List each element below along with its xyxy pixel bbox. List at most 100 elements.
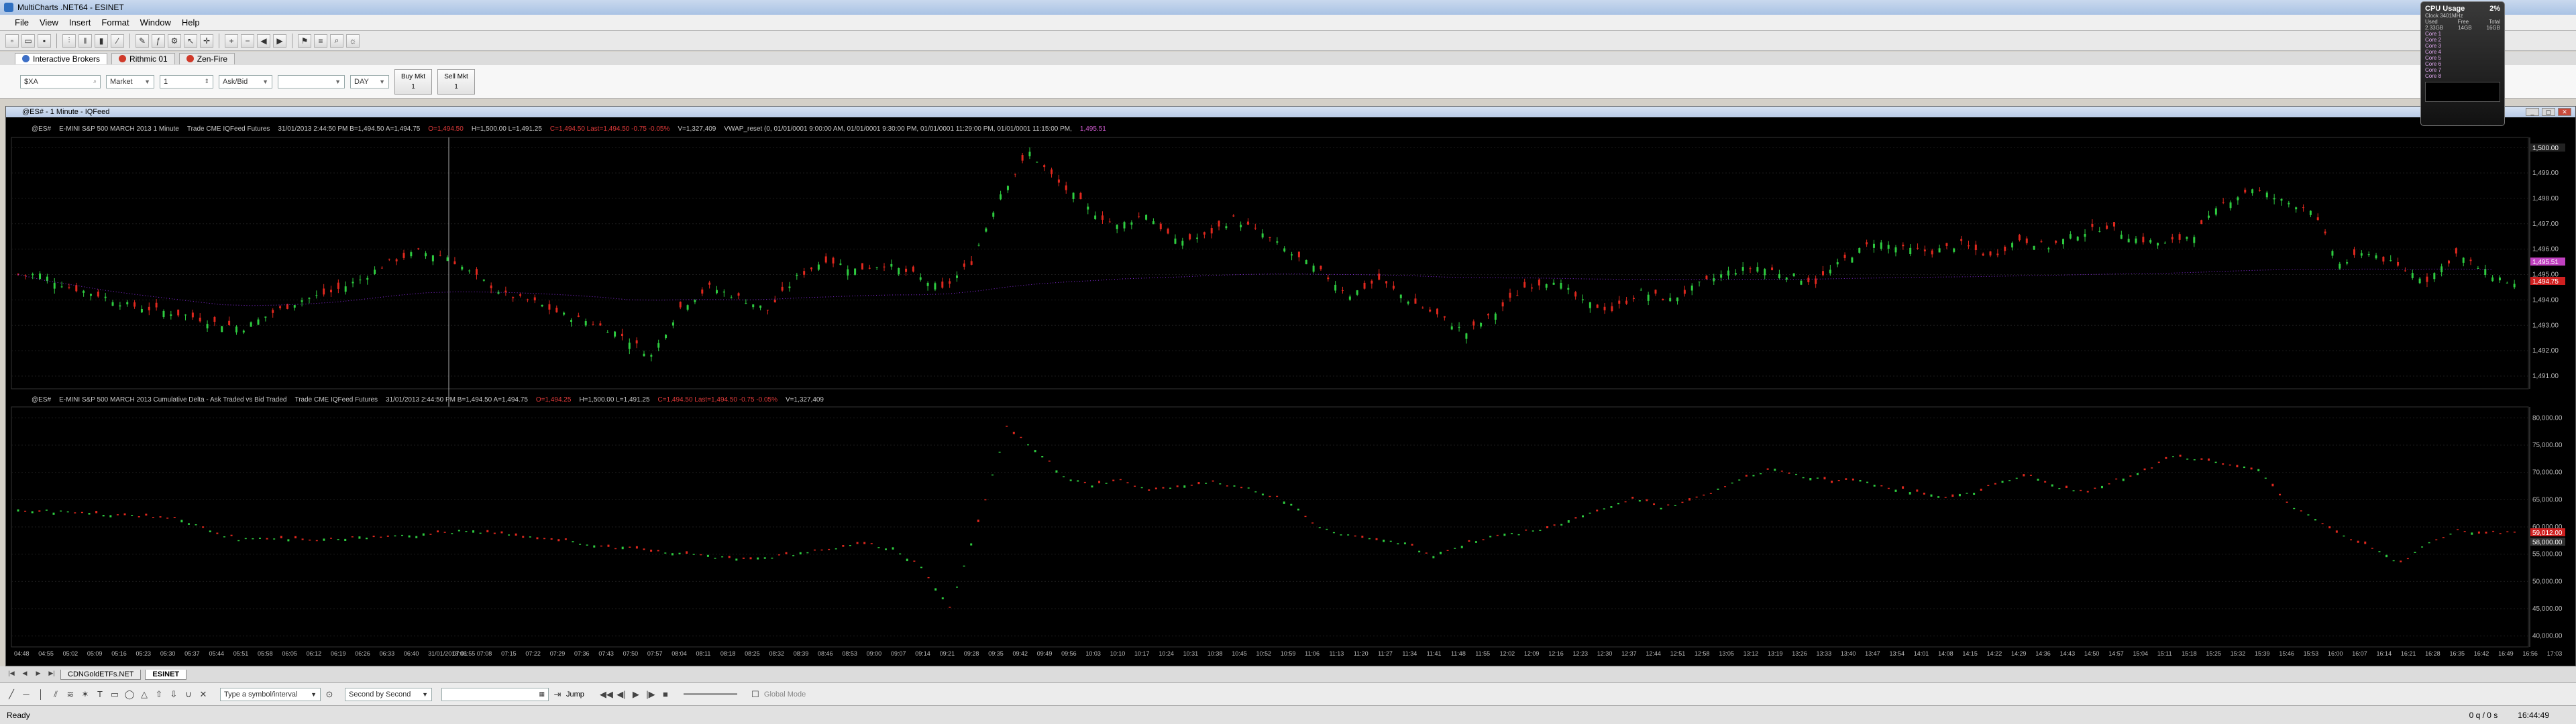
channel-icon[interactable]: ⫽ xyxy=(50,688,62,701)
menu-insert[interactable]: Insert xyxy=(64,16,97,29)
delete-drawing-icon[interactable]: ✕ xyxy=(197,688,209,701)
tif-select[interactable]: DAY ▼ xyxy=(350,74,389,88)
time-tick-label: 06:12 xyxy=(307,650,322,657)
menu-window[interactable]: Window xyxy=(135,16,176,29)
rewind-icon[interactable]: ◀◀ xyxy=(600,688,613,701)
menu-view[interactable]: View xyxy=(34,16,64,29)
delta-bar xyxy=(2371,548,2373,549)
play-icon[interactable]: ▶ xyxy=(630,688,642,701)
open-icon[interactable]: ▭ xyxy=(21,34,35,48)
save-icon[interactable]: ▪ xyxy=(38,34,51,48)
bar-chart-icon[interactable]: ‖ xyxy=(78,34,92,48)
price-candle-body xyxy=(1894,247,1897,253)
price-candle-body xyxy=(24,274,27,276)
cursor-icon[interactable]: ↖ xyxy=(184,34,197,48)
zoom-in-icon[interactable]: + xyxy=(225,34,238,48)
step-back-icon[interactable]: ◀| xyxy=(615,688,627,701)
global-mode-label[interactable]: Global Mode xyxy=(764,690,806,699)
global-mode-icon[interactable]: ☐ xyxy=(749,688,761,701)
triangle-icon[interactable]: △ xyxy=(138,688,150,701)
price-candle-body xyxy=(1938,248,1941,253)
sheet-tab-es[interactable]: ESINET xyxy=(145,669,187,680)
last-sheet-icon[interactable]: ▶| xyxy=(47,670,56,679)
settings-icon[interactable]: ☼ xyxy=(346,34,360,48)
new-icon[interactable]: ▫ xyxy=(5,34,19,48)
menu-help[interactable]: Help xyxy=(176,16,205,29)
magnet-icon[interactable]: ∪ xyxy=(182,688,195,701)
delta-bar xyxy=(849,545,851,546)
crosshair-icon[interactable]: ✛ xyxy=(200,34,213,48)
chart-window[interactable]: @ES# - 1 Minute - IQFeed _ ▢ ✕ @ES# E-MI… xyxy=(5,106,2576,666)
ask-bid-select[interactable]: Ask/Bid ▼ xyxy=(219,74,272,88)
trendline-icon[interactable]: ╱ xyxy=(5,688,17,701)
arrow-up-icon[interactable]: ⇧ xyxy=(153,688,165,701)
price-candle-body xyxy=(1822,271,1825,276)
first-sheet-icon[interactable]: |◀ xyxy=(7,670,16,679)
horizontal-line-icon[interactable]: ─ xyxy=(20,688,32,701)
line-chart-icon[interactable]: ∕ xyxy=(111,34,124,48)
next-sheet-icon[interactable]: ▶ xyxy=(34,670,43,679)
sell-market-button[interactable]: Sell Mkt 1 xyxy=(437,68,475,95)
replay-speed-slider[interactable] xyxy=(683,693,737,695)
maximize-button[interactable]: ▢ xyxy=(2542,108,2555,116)
scroll-right-icon[interactable]: ▶ xyxy=(273,34,286,48)
ellipse-icon[interactable]: ◯ xyxy=(123,688,136,701)
price-candle-body xyxy=(2418,278,2421,284)
price-candle-body xyxy=(592,324,594,325)
sheet-tab-cdngold[interactable]: CDNGoldETFs.NET xyxy=(60,669,142,680)
symbol-input[interactable]: $XA ⌕ xyxy=(20,74,101,88)
price-candle-body xyxy=(1807,278,1810,283)
chart-canvas[interactable]: 1,500.00 1,499.00 1,498.00 1,497.00 1,496.00… xyxy=(6,117,2575,666)
delta-bar xyxy=(749,557,752,560)
text-icon[interactable]: T xyxy=(94,688,106,701)
fibonacci-icon[interactable]: ≋ xyxy=(64,688,76,701)
sell-label: Sell Mkt xyxy=(444,72,468,80)
prev-sheet-icon[interactable]: ◀ xyxy=(20,670,30,679)
price-select[interactable]: ▼ xyxy=(278,74,345,88)
buy-market-button[interactable]: Buy Mkt 1 xyxy=(394,68,432,95)
arrow-down-icon[interactable]: ⇩ xyxy=(168,688,180,701)
price-candle-body xyxy=(1261,233,1264,238)
jump-icon[interactable]: ⇥ xyxy=(551,688,564,701)
scroll-left-icon[interactable]: ◀ xyxy=(257,34,270,48)
strategy-icon[interactable]: ⚙ xyxy=(168,34,181,48)
replay-date-input[interactable]: ▦ xyxy=(441,687,549,701)
step-forward-icon[interactable]: |▶ xyxy=(645,688,657,701)
gann-icon[interactable]: ✶ xyxy=(79,688,91,701)
price-candle-body xyxy=(905,268,908,272)
candle-icon[interactable]: ▮ xyxy=(95,34,108,48)
stop-icon[interactable]: ■ xyxy=(659,688,672,701)
price-candle-body xyxy=(162,310,165,317)
quantity-input[interactable]: 1 ⇕ xyxy=(160,74,213,88)
tab-rithmic[interactable]: Rithmic 01 xyxy=(111,52,175,64)
symbol-interval-input[interactable]: Type a symbol/interval ▼ xyxy=(220,687,321,701)
vertical-line-icon[interactable]: │ xyxy=(35,688,47,701)
minimize-button[interactable]: _ xyxy=(2526,108,2539,116)
replay-mode-select[interactable]: Second by Second ▼ xyxy=(345,687,432,701)
dom-icon[interactable]: ≡ xyxy=(314,34,327,48)
format-icon[interactable]: ✎ xyxy=(136,34,149,48)
chart-type-icon[interactable]: ⫶ xyxy=(62,34,76,48)
order-type-select[interactable]: Market ▼ xyxy=(106,74,154,88)
tab-interactive-brokers[interactable]: Interactive Brokers xyxy=(15,52,108,64)
go-icon[interactable]: ⊙ xyxy=(323,688,335,701)
price-candle-body xyxy=(832,257,835,264)
indicator-icon[interactable]: ƒ xyxy=(152,34,165,48)
close-button[interactable]: ✕ xyxy=(2558,108,2571,116)
price-candle-body xyxy=(817,264,820,270)
status-quotes: 0 q / 0 s xyxy=(2469,710,2498,720)
jump-label[interactable]: Jump xyxy=(566,690,584,699)
tab-zen-fire[interactable]: Zen-Fire xyxy=(178,52,235,64)
zoom-out-icon[interactable]: − xyxy=(241,34,254,48)
alert-icon[interactable]: ⚑ xyxy=(298,34,311,48)
menu-file[interactable]: File xyxy=(9,16,34,29)
rectangle-icon[interactable]: ▭ xyxy=(109,688,121,701)
delta-bar xyxy=(123,513,126,516)
delta-bar xyxy=(1112,479,1115,481)
menu-format[interactable]: Format xyxy=(96,16,134,29)
price-candle-body xyxy=(2062,239,2065,245)
scanner-icon[interactable]: ⌕ xyxy=(330,34,343,48)
delta-bar xyxy=(1432,556,1435,558)
price-candle-body xyxy=(1523,282,1526,288)
delta-bar xyxy=(1482,539,1485,540)
